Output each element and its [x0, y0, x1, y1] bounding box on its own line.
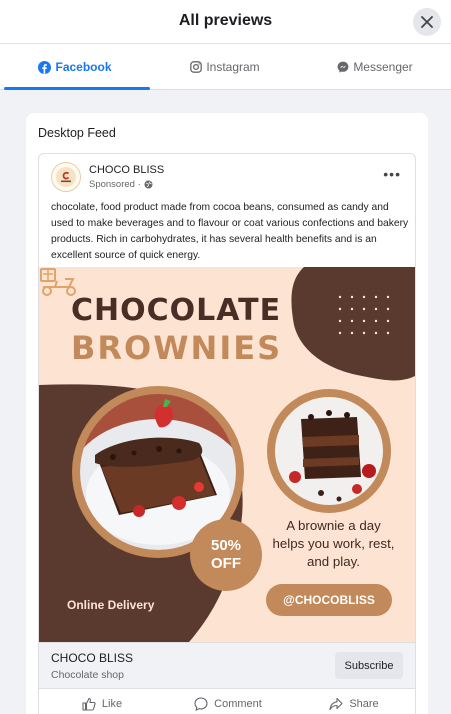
globe-icon: [144, 180, 153, 189]
like-icon: [82, 697, 96, 711]
tab-facebook[interactable]: Facebook: [0, 44, 150, 90]
tab-instagram[interactable]: Instagram: [150, 44, 300, 90]
messenger-icon: [337, 61, 349, 73]
cta-bar: CHOCO BLISS Chocolate shop Subscribe: [39, 642, 415, 688]
share-label: Share: [349, 697, 379, 710]
tab-instagram-label: Instagram: [206, 60, 260, 74]
dialog-title: All previews: [178, 12, 273, 29]
avatar[interactable]: [51, 162, 81, 192]
preview-header: All previews: [0, 0, 451, 44]
delivery-scooter-icon: [40, 268, 76, 296]
subscribe-button[interactable]: Subscribe: [335, 652, 403, 679]
tab-messenger-label: Messenger: [353, 60, 413, 74]
creative-tagline: A brownie a day helps you work, rest, an…: [272, 518, 395, 569]
ad-creative-image[interactable]: CHOCOLATE BROWNIES 50% OFF Online Delive…: [39, 267, 415, 642]
discount-value: 50%: [210, 537, 242, 554]
sponsored-label: Sponsored ·: [89, 179, 153, 190]
close-icon: [421, 16, 433, 28]
social-handle-badge: @CHOCOBLISS: [266, 584, 392, 616]
cta-page-category: Chocolate shop: [51, 669, 124, 681]
tab-facebook-label: Facebook: [55, 60, 112, 74]
discount-badge: 50% OFF: [190, 519, 262, 591]
comment-icon: [194, 696, 208, 711]
platform-tabs: Facebook Instagram Messenger: [0, 44, 451, 90]
ad-post-preview: CHOCO BLISS Sponsored · ••• chocolate, f…: [38, 153, 416, 714]
share-button[interactable]: Share: [291, 689, 415, 714]
panel-title: Desktop Feed: [38, 126, 116, 140]
comment-label: Comment: [214, 697, 262, 710]
desktop-feed-panel: Desktop Feed CHOCO BLISS Sponsored · •••…: [26, 113, 428, 714]
post-caption: chocolate, food product made from cocoa …: [51, 202, 409, 261]
like-label: Like: [101, 697, 123, 710]
headline-chocolate: CHOCOLATE: [71, 293, 282, 328]
post-actions: Like Comment Share: [39, 688, 415, 714]
post-header: CHOCO BLISS Sponsored · •••: [39, 154, 415, 196]
cta-page-name: CHOCO BLISS: [51, 651, 134, 665]
like-button[interactable]: Like: [39, 689, 165, 714]
share-icon: [329, 697, 343, 710]
comment-button[interactable]: Comment: [165, 689, 291, 714]
discount-suffix: OFF: [211, 555, 241, 572]
facebook-icon: [38, 60, 52, 74]
close-button[interactable]: [413, 8, 441, 36]
page-name[interactable]: CHOCO BLISS: [89, 164, 164, 176]
more-options-icon[interactable]: •••: [383, 166, 401, 182]
instagram-icon: [190, 61, 203, 73]
headline-brownies: BROWNIES: [71, 329, 283, 367]
sponsored-text: Sponsored ·: [89, 179, 141, 190]
online-delivery-label: Online Delivery: [67, 598, 155, 612]
choco-bliss-logo: [56, 167, 76, 187]
tab-messenger[interactable]: Messenger: [300, 44, 450, 90]
